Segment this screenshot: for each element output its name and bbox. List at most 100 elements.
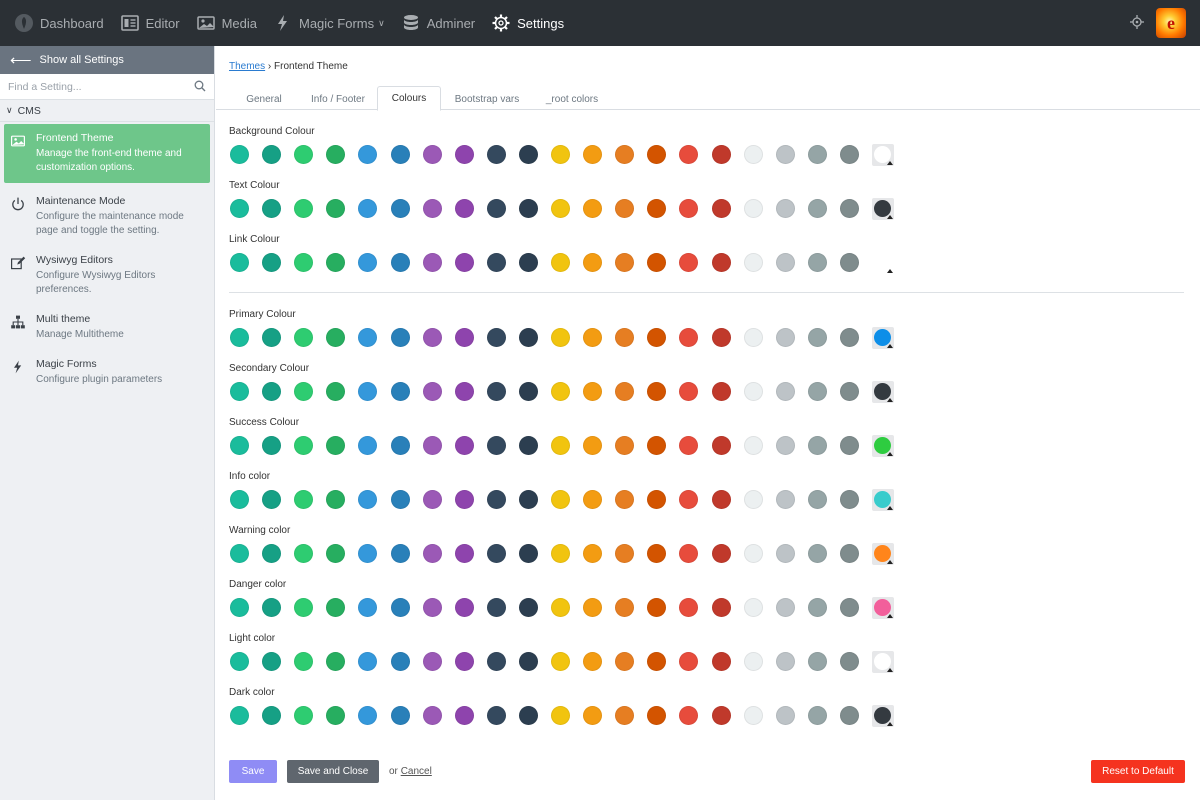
color-picker-button[interactable]	[872, 252, 894, 274]
color-swatch[interactable]	[679, 199, 699, 218]
color-swatch[interactable]	[454, 490, 474, 509]
color-swatch[interactable]	[294, 436, 314, 455]
color-swatch[interactable]	[358, 706, 378, 725]
color-swatch[interactable]	[711, 598, 731, 617]
nav-adminer[interactable]: Adminer	[393, 0, 483, 46]
color-swatch[interactable]	[294, 199, 314, 218]
color-swatch[interactable]	[839, 436, 859, 455]
color-swatch[interactable]	[230, 544, 249, 563]
color-swatch[interactable]	[839, 382, 859, 401]
color-swatch[interactable]	[358, 145, 378, 164]
color-swatch[interactable]	[358, 436, 378, 455]
color-swatch[interactable]	[551, 490, 570, 509]
color-swatch[interactable]	[807, 436, 827, 455]
tab-root-colors[interactable]: _root colors	[539, 90, 605, 110]
color-swatch[interactable]	[262, 598, 282, 617]
color-swatch[interactable]	[775, 382, 795, 401]
color-swatch[interactable]	[583, 598, 603, 617]
color-swatch[interactable]	[358, 328, 378, 347]
color-swatch[interactable]	[743, 382, 763, 401]
color-swatch[interactable]	[390, 490, 410, 509]
color-swatch[interactable]	[230, 328, 249, 347]
color-swatch[interactable]	[839, 253, 859, 272]
color-swatch[interactable]	[551, 328, 570, 347]
color-swatch[interactable]	[518, 490, 538, 509]
color-swatch[interactable]	[743, 652, 763, 671]
color-swatch[interactable]	[775, 328, 795, 347]
color-swatch[interactable]	[518, 652, 538, 671]
color-swatch[interactable]	[743, 544, 763, 563]
color-picker-button[interactable]	[872, 144, 894, 166]
color-swatch[interactable]	[294, 544, 314, 563]
color-swatch[interactable]	[262, 199, 282, 218]
color-swatch[interactable]	[390, 436, 410, 455]
color-swatch[interactable]	[294, 145, 314, 164]
color-swatch[interactable]	[454, 382, 474, 401]
color-swatch[interactable]	[775, 199, 795, 218]
locate-icon[interactable]	[1130, 14, 1144, 32]
color-picker-button[interactable]	[872, 489, 894, 511]
search-input[interactable]	[8, 80, 183, 93]
color-swatch[interactable]	[583, 382, 603, 401]
color-swatch[interactable]	[839, 328, 859, 347]
nav-magic-forms[interactable]: Magic Forms ∨	[265, 0, 393, 46]
color-swatch[interactable]	[326, 199, 346, 218]
color-swatch[interactable]	[615, 598, 635, 617]
color-swatch[interactable]	[647, 490, 667, 509]
save-button[interactable]: Save	[229, 760, 277, 783]
color-swatch[interactable]	[711, 544, 731, 563]
color-swatch[interactable]	[679, 436, 699, 455]
color-picker-button[interactable]	[872, 651, 894, 673]
color-swatch[interactable]	[262, 436, 282, 455]
color-swatch[interactable]	[422, 544, 442, 563]
color-swatch[interactable]	[518, 436, 538, 455]
color-swatch[interactable]	[262, 544, 282, 563]
color-swatch[interactable]	[422, 706, 442, 725]
color-swatch[interactable]	[358, 652, 378, 671]
color-swatch[interactable]	[326, 652, 346, 671]
color-swatch[interactable]	[358, 382, 378, 401]
show-all-settings-link[interactable]: ⟵ Show all Settings	[0, 46, 214, 74]
color-swatch[interactable]	[775, 490, 795, 509]
color-swatch[interactable]	[615, 490, 635, 509]
color-swatch[interactable]	[454, 199, 474, 218]
color-swatch[interactable]	[551, 199, 570, 218]
color-swatch[interactable]	[230, 436, 249, 455]
color-swatch[interactable]	[615, 544, 635, 563]
color-swatch[interactable]	[807, 199, 827, 218]
color-swatch[interactable]	[518, 544, 538, 563]
color-swatch[interactable]	[551, 598, 570, 617]
color-swatch[interactable]	[454, 328, 474, 347]
color-swatch[interactable]	[358, 253, 378, 272]
color-swatch[interactable]	[775, 145, 795, 164]
user-avatar[interactable]: e	[1156, 8, 1186, 38]
nav-editor[interactable]: Editor	[112, 0, 188, 46]
color-swatch[interactable]	[486, 544, 506, 563]
color-swatch[interactable]	[326, 598, 346, 617]
sidebar-item-magic-forms[interactable]: Magic Forms Configure plugin parameters	[0, 350, 214, 395]
color-swatch[interactable]	[486, 490, 506, 509]
color-swatch[interactable]	[518, 598, 538, 617]
save-and-close-button[interactable]: Save and Close	[287, 760, 379, 783]
color-swatch[interactable]	[711, 706, 731, 725]
color-swatch[interactable]	[583, 328, 603, 347]
color-swatch[interactable]	[839, 652, 859, 671]
color-swatch[interactable]	[679, 706, 699, 725]
color-swatch[interactable]	[551, 145, 570, 164]
color-swatch[interactable]	[839, 490, 859, 509]
color-swatch[interactable]	[454, 145, 474, 164]
color-swatch[interactable]	[711, 490, 731, 509]
breadcrumb-themes-link[interactable]: Themes	[229, 61, 265, 72]
color-swatch[interactable]	[230, 652, 249, 671]
color-swatch[interactable]	[390, 382, 410, 401]
color-swatch[interactable]	[294, 490, 314, 509]
color-swatch[interactable]	[486, 382, 506, 401]
color-swatch[interactable]	[518, 199, 538, 218]
color-swatch[interactable]	[422, 652, 442, 671]
color-swatch[interactable]	[326, 490, 346, 509]
color-swatch[interactable]	[422, 199, 442, 218]
color-picker-button[interactable]	[872, 327, 894, 349]
color-swatch[interactable]	[583, 652, 603, 671]
tab-colours[interactable]: Colours	[377, 86, 441, 111]
color-swatch[interactable]	[807, 490, 827, 509]
